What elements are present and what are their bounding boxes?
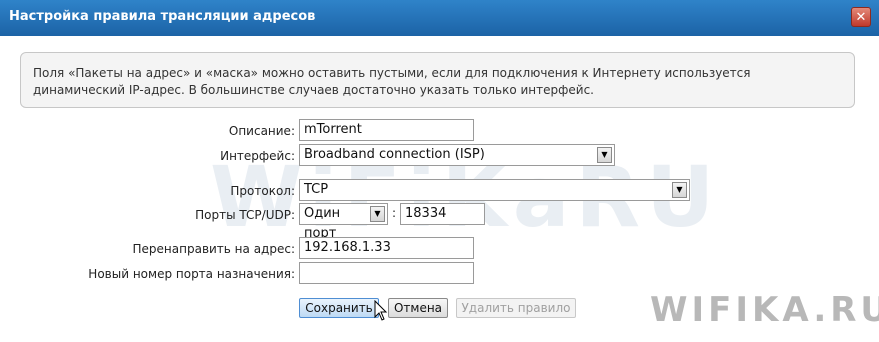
dest-port-input[interactable]	[299, 262, 474, 284]
interface-value: Broadband connection (ISP)	[304, 147, 485, 162]
close-button[interactable]: ✕	[851, 7, 871, 27]
port-value: 18334	[405, 206, 447, 221]
save-button[interactable]: Сохранить	[299, 298, 379, 318]
protocol-select[interactable]: TCP ▼	[299, 179, 690, 201]
mouse-cursor-icon	[374, 300, 388, 321]
description-value: mTorrent	[304, 122, 362, 137]
protocol-value: TCP	[304, 182, 329, 197]
delete-rule-button[interactable]: Удалить правило	[456, 298, 576, 318]
ports-label: Порты TCP/UDP:	[195, 208, 295, 222]
dest-port-label: Новый номер порта назначения:	[88, 267, 295, 281]
description-input[interactable]: mTorrent	[299, 119, 474, 141]
chevron-down-icon[interactable]: ▼	[597, 147, 612, 163]
description-label: Описание:	[228, 124, 295, 138]
port-separator: :	[392, 206, 397, 220]
port-mode-select[interactable]: Один порт ▼	[299, 203, 388, 241]
protocol-label: Протокол:	[230, 184, 295, 198]
info-text: Поля «Пакеты на адрес» и «маска» можно о…	[33, 66, 751, 97]
dialog-title: Настройка правила трансляции адресов	[9, 9, 316, 24]
redirect-address-value: 192.168.1.33	[304, 240, 391, 255]
info-box: Поля «Пакеты на адрес» и «маска» можно о…	[20, 52, 855, 108]
port-mode-value: Один порт	[304, 206, 341, 241]
interface-select[interactable]: Broadband connection (ISP) ▼	[299, 144, 615, 166]
interface-label: Интерфейс:	[220, 149, 295, 163]
chevron-down-icon[interactable]: ▼	[370, 206, 385, 222]
redirect-address-input[interactable]: 192.168.1.33	[299, 237, 474, 259]
watermark-corner: WIFIKA.RU	[650, 290, 879, 330]
dialog-titlebar: Настройка правила трансляции адресов ✕	[0, 0, 879, 36]
redirect-label: Перенаправить на адрес:	[132, 242, 295, 256]
chevron-down-icon[interactable]: ▼	[672, 182, 687, 198]
close-icon: ✕	[855, 10, 867, 25]
cancel-button[interactable]: Отмена	[388, 298, 448, 318]
port-input[interactable]: 18334	[400, 203, 485, 225]
